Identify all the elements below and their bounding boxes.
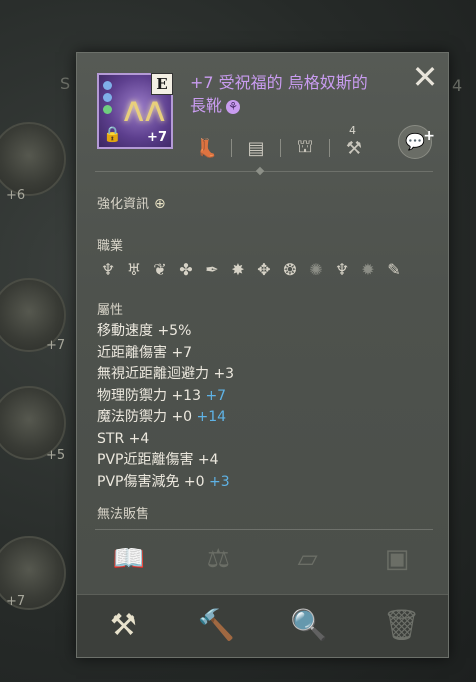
bg-slot-level: +5 <box>46 448 66 463</box>
stat-text: 近距離傷害 +7 <box>97 344 193 361</box>
item-name: +7 受祝福的 烏格奴斯的 長靴 ⚘ <box>190 71 400 117</box>
bg-slot-level: +6 <box>6 188 26 203</box>
bg-letter-4: 4 <box>452 76 463 95</box>
divider <box>280 139 281 157</box>
chest-icon: ▤ <box>247 137 265 159</box>
magnify-icon[interactable]: ⊕ <box>154 196 166 212</box>
divider <box>95 529 433 530</box>
boots-slot-icon: 👢 <box>195 137 219 159</box>
stat-text: 無視近距離迴避力 +3 <box>97 366 235 382</box>
class-9-icon: ✺ <box>309 260 323 279</box>
search-exchange-button[interactable]: 🔍 <box>285 602 333 650</box>
enhance-info-label: 強化資訊 ⊕ <box>97 193 166 212</box>
stat-line: STR +4 <box>97 429 234 451</box>
stat-line: 近距離傷害 +7 <box>97 343 234 365</box>
trash-button[interactable]: 🗑 <box>378 602 426 650</box>
map-icon[interactable]: ▱ <box>290 541 326 577</box>
anvil-count: 4 <box>349 124 356 137</box>
stat-line: 魔法防禦力 +0 +14 <box>97 407 234 429</box>
class-8-icon: ❂ <box>283 260 297 279</box>
box-icon[interactable]: ▣ <box>379 541 415 577</box>
stat-line: PVP近距離傷害 +4 <box>97 450 234 472</box>
divider <box>231 139 232 157</box>
bag-icon: ⛫ <box>296 136 314 157</box>
class-10-icon: ♆ <box>334 260 350 279</box>
bg-letter-s: S <box>60 74 71 93</box>
class-3-icon: ❦ <box>153 260 167 279</box>
book-icon[interactable]: 📖 <box>111 541 147 577</box>
stat-text: 物理防禦力 +13 <box>97 387 201 404</box>
class-2-icon: ♅ <box>126 260 142 279</box>
stat-list: 移動速度 +5% 近距離傷害 +7 無視近距離迴避力 +3 物理防禦力 +13 … <box>97 321 234 493</box>
attribute-label: 屬性 <box>97 303 124 318</box>
stat-line: 物理防禦力 +13 +7 <box>97 386 234 408</box>
item-tooltip: E ʌʌ 🔒 +7 +7 受祝福的 烏格奴斯的 長靴 ⚘ ✕ 👢 ▤ ⛫ 4 ⚒ 💬… <box>76 52 449 658</box>
item-name-line2: 長靴 <box>190 96 223 115</box>
unsellable-label: 無法販售 <box>97 507 150 522</box>
socket-gem-icon <box>103 93 112 102</box>
stat-line: 無視近距離迴避力 +3 <box>97 364 234 386</box>
anvil-icon: 4 ⚒ <box>345 124 363 159</box>
class-icons: ♆ ♅ ❦ ✤ ✒ ✸ ✥ ❂ ✺ ♆ ✹ ✎ <box>97 259 405 281</box>
boots-icon: ʌʌ <box>123 89 166 130</box>
divider <box>329 139 330 157</box>
stat-text: PVP傷害減免 +0 <box>97 473 205 490</box>
class-7-icon: ✥ <box>257 260 271 279</box>
class-5-icon: ✒ <box>205 260 219 279</box>
stat-line: 移動速度 +5% <box>97 321 234 343</box>
stat-text: STR +4 <box>97 430 150 447</box>
item-name-line1: +7 受祝福的 烏格奴斯的 <box>190 73 368 92</box>
socket-gem-icon <box>103 105 112 114</box>
stat-text: 魔法防禦力 +0 <box>97 409 193 425</box>
class-12-icon: ✎ <box>387 260 401 279</box>
class-label: 職業 <box>97 239 124 254</box>
enhance-badge: +7 <box>147 130 167 145</box>
lock-icon: 🔒 <box>103 125 122 143</box>
class-11-icon: ✹ <box>361 260 375 279</box>
enhance-info-text: 強化資訊 <box>97 197 150 212</box>
disabled-actions: 📖 ⚖ ▱ ▣ <box>97 541 429 577</box>
stat-bonus: +14 <box>196 409 227 425</box>
class-1-icon: ♆ <box>100 260 116 279</box>
anvil-enhance-button[interactable]: ⚒ <box>99 602 147 650</box>
stat-bonus: +7 <box>205 387 227 404</box>
item-icon: E ʌʌ 🔒 +7 <box>97 73 173 149</box>
stat-text: 移動速度 +5% <box>97 323 192 339</box>
hammer-button[interactable]: 🔨 <box>192 602 240 650</box>
scales-icon[interactable]: ⚖ <box>200 541 236 577</box>
bg-slot-level: +7 <box>6 594 26 609</box>
divider-ornament <box>255 166 265 176</box>
action-bar: ⚒ 🔨 🔍 🗑 <box>77 594 448 657</box>
class-6-icon: ✸ <box>231 260 245 279</box>
plus-icon: + <box>423 128 435 144</box>
class-4-icon: ✤ <box>179 260 193 279</box>
stat-line: PVP傷害減免 +0 +3 <box>97 472 234 494</box>
blessed-icon: ⚘ <box>226 99 241 114</box>
bg-slot-level: +7 <box>46 338 66 353</box>
stat-bonus: +3 <box>209 473 230 490</box>
chat-link-button[interactable]: 💬 + <box>398 125 435 159</box>
stat-text: PVP近距離傷害 +4 <box>97 452 219 468</box>
close-button[interactable]: ✕ <box>410 61 440 93</box>
socket-gem-icon <box>103 81 112 90</box>
